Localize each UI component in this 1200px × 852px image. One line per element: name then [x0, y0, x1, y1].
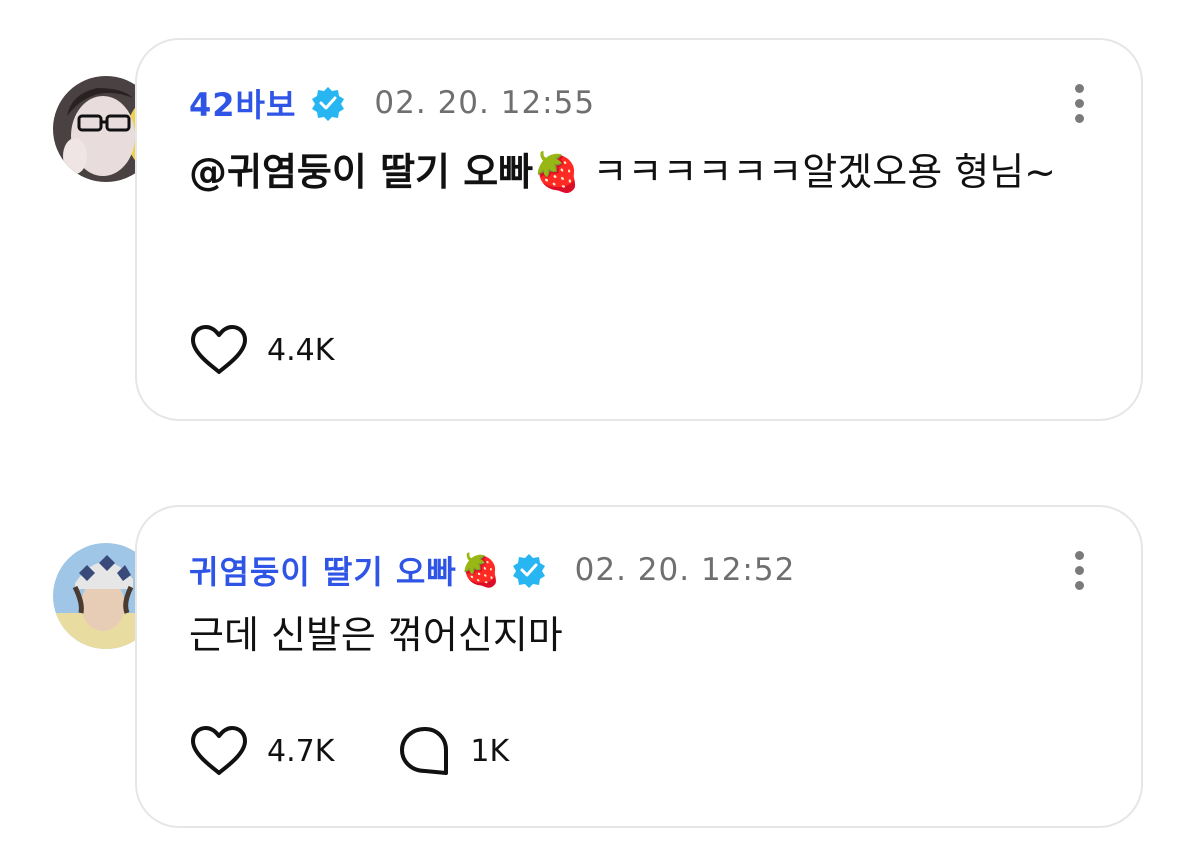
comment-card: 42바보 02. 20. 12:55 @귀염둥이 딸기 오빠🍓 ㅋㅋㅋㅋㅋㅋ알겠… [135, 38, 1143, 421]
like-button[interactable]: 4.4K [189, 324, 334, 376]
heart-outline-icon [191, 325, 247, 374]
like-count: 4.4K [267, 332, 335, 368]
comment-body: 근데 신발은 꺾어신지마 [189, 613, 563, 657]
verified-badge-icon [512, 554, 545, 588]
comment-actions: 4.7K 1K [189, 725, 573, 777]
like-count: 4.7K [267, 733, 335, 769]
comment-header: 귀염둥이 딸기 오빠 🍓 02. 20. 12:52 [189, 547, 795, 593]
timestamp: 02. 20. 12:52 [574, 552, 796, 588]
comment-text: @귀염둥이 딸기 오빠🍓 ㅋㅋㅋㅋㅋㅋ알겠오용 형님~ [189, 140, 1069, 204]
reply-count: 1K [470, 733, 510, 769]
speech-bubble-outline-icon [400, 727, 449, 775]
mention-link[interactable]: @귀염둥이 딸기 오빠🍓 [189, 150, 580, 194]
more-options-icon[interactable] [1073, 551, 1085, 590]
like-button[interactable]: 4.7K [189, 725, 334, 777]
heart-outline-icon [191, 726, 247, 775]
comment-card: 귀염둥이 딸기 오빠 🍓 02. 20. 12:52 근데 신발은 꺾어신지마 … [135, 505, 1143, 828]
verified-badge-icon [312, 87, 345, 121]
username[interactable]: 42바보 [189, 80, 296, 126]
comment-actions: 4.4K [189, 324, 398, 376]
comment-header: 42바보 02. 20. 12:55 [189, 80, 595, 126]
more-options-icon[interactable] [1073, 84, 1085, 123]
username[interactable]: 귀염둥이 딸기 오빠 [189, 547, 457, 593]
comment-body: ㅋㅋㅋㅋㅋㅋ알겠오용 형님~ [580, 150, 1056, 194]
reply-button[interactable]: 1K [398, 725, 509, 777]
strawberry-emoji: 🍓 [460, 551, 501, 589]
timestamp: 02. 20. 12:55 [374, 85, 596, 121]
comment-text: 근데 신발은 꺾어신지마 [189, 603, 1069, 667]
